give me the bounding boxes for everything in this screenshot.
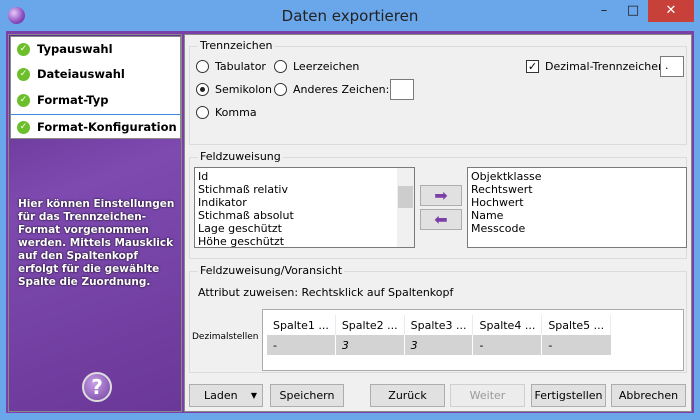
available-fields-list[interactable]: Id Stichmaß relativ Indikator Stichmaß a… [194,167,415,248]
radio-circle[interactable] [196,106,209,119]
decimal-separator-checkbox[interactable]: ✓ Dezimal-Trennzeichen [526,60,665,73]
help-button[interactable]: ? [82,372,112,402]
preview-group: Feldzuweisung/Voransicht Attribut zuweis… [189,264,687,373]
list-item[interactable]: Stichmaß relativ [195,183,414,196]
check-icon: ✓ [17,43,30,56]
cancel-button[interactable]: Abbrechen [611,384,686,407]
group-legend: Feldzuweisung [198,150,283,163]
column-header[interactable]: Spalte3 ... [404,315,474,335]
add-field-button[interactable]: ➡ [420,185,462,206]
column-header[interactable]: Spalte5 ... [541,315,612,335]
assigned-fields-list[interactable]: Objektklasse Rechtswert Hochwert Name Me… [467,167,687,248]
save-button[interactable]: Speichern [270,384,344,407]
scrollbar[interactable] [397,168,414,247]
check-icon: ✓ [17,121,30,134]
row-label: Dezimalstellen [192,332,259,342]
radio-circle[interactable] [274,83,287,96]
list-item[interactable]: Rechtswert [468,183,686,196]
list-item[interactable]: Stichmaß absolut [195,209,414,222]
step-format-typ[interactable]: ✓ Format-Typ [11,88,180,113]
radio-label: Semikolon [215,83,272,96]
table-cell[interactable]: 3 [335,335,405,355]
column-header[interactable]: Spalte1 ... [267,315,336,335]
step-label: Dateiauswahl [37,67,125,81]
radio-label: Anderes Zeichen: [293,83,390,96]
checkbox-label: Dezimal-Trennzeichen [545,60,665,73]
table-cell[interactable]: - [472,335,543,355]
step-format-konfiguration[interactable]: ✓ Format-Konfiguration [11,114,180,139]
scrollbar-thumb[interactable] [398,186,413,208]
radio-circle[interactable] [196,83,209,96]
step-label: Format-Typ [37,93,109,107]
field-assignment-group: Feldzuweisung Id Stichmaß relativ Indika… [189,150,687,259]
group-legend: Trennzeichen [198,39,275,52]
radio-leerzeichen[interactable]: Leerzeichen [274,60,359,73]
radio-circle[interactable] [196,60,209,73]
radio-label: Komma [215,106,257,119]
preview-table: Spalte1 ... Spalte2 ... Spalte3 ... Spal… [262,309,684,371]
step-label: Typauswahl [37,42,113,56]
radio-label: Leerzeichen [293,60,360,73]
preview-hint: Attribut zuweisen: Rechtsklick auf Spalt… [198,286,454,299]
maximize-button[interactable]: □ [619,0,647,22]
dropdown-arrow-icon: ▼ [250,391,257,400]
column-header[interactable]: Spalte4 ... [472,315,543,335]
list-item[interactable]: Messcode [468,222,686,235]
main-panel: Trennzeichen Tabulator Leerzeichen Semik… [184,34,692,412]
check-icon: ✓ [17,94,30,107]
button-label: Laden [204,389,238,402]
radio-circle[interactable] [274,60,287,73]
other-char-input[interactable] [390,79,414,100]
list-item[interactable]: Höhe geschützt [195,235,414,248]
radio-komma[interactable]: Komma [196,106,257,119]
radio-anderes-zeichen[interactable]: Anderes Zeichen: [274,83,389,96]
step-typauswahl[interactable]: ✓ Typauswahl [11,37,180,62]
separator-group: Trennzeichen Tabulator Leerzeichen Semik… [189,39,687,145]
table-cell[interactable]: - [267,335,336,355]
help-text: Hier können Einstellungen für das Trennz… [18,198,175,288]
table-cell[interactable]: 3 [404,335,474,355]
radio-tabulator[interactable]: Tabulator [196,60,266,73]
list-item[interactable]: Name [468,209,686,222]
step-label: Format-Konfiguration [37,120,177,134]
radio-label: Tabulator [215,60,266,73]
back-button[interactable]: Zurück [370,384,445,407]
list-item[interactable]: Objektklasse [468,170,686,183]
list-item[interactable]: Lage geschützt [195,222,414,235]
load-button[interactable]: Laden ▼ [189,384,263,407]
remove-field-button[interactable]: ⬅ [420,209,462,230]
list-item[interactable]: Indikator [195,196,414,209]
wizard-steps: ✓ Typauswahl ✓ Dateiauswahl ✓ Format-Typ ✓ F… [10,36,181,139]
checkbox-checked-icon[interactable]: ✓ [526,60,539,73]
decimal-char-input[interactable]: . [660,56,684,77]
table-cell[interactable]: - [542,335,611,355]
check-icon: ✓ [17,68,30,81]
group-legend: Feldzuweisung/Voransicht [198,264,345,277]
step-dateiauswahl[interactable]: ✓ Dateiauswahl [11,62,180,87]
radio-semikolon[interactable]: Semikolon [196,83,272,96]
close-button[interactable]: ✕ [648,0,694,22]
column-header[interactable]: Spalte2 ... [335,315,405,335]
list-item[interactable]: Hochwert [468,196,686,209]
minimize-button[interactable]: – [590,0,618,22]
next-button[interactable]: Weiter [450,384,525,407]
list-item[interactable]: Id [195,170,414,183]
finish-button[interactable]: Fertigstellen [531,384,606,407]
